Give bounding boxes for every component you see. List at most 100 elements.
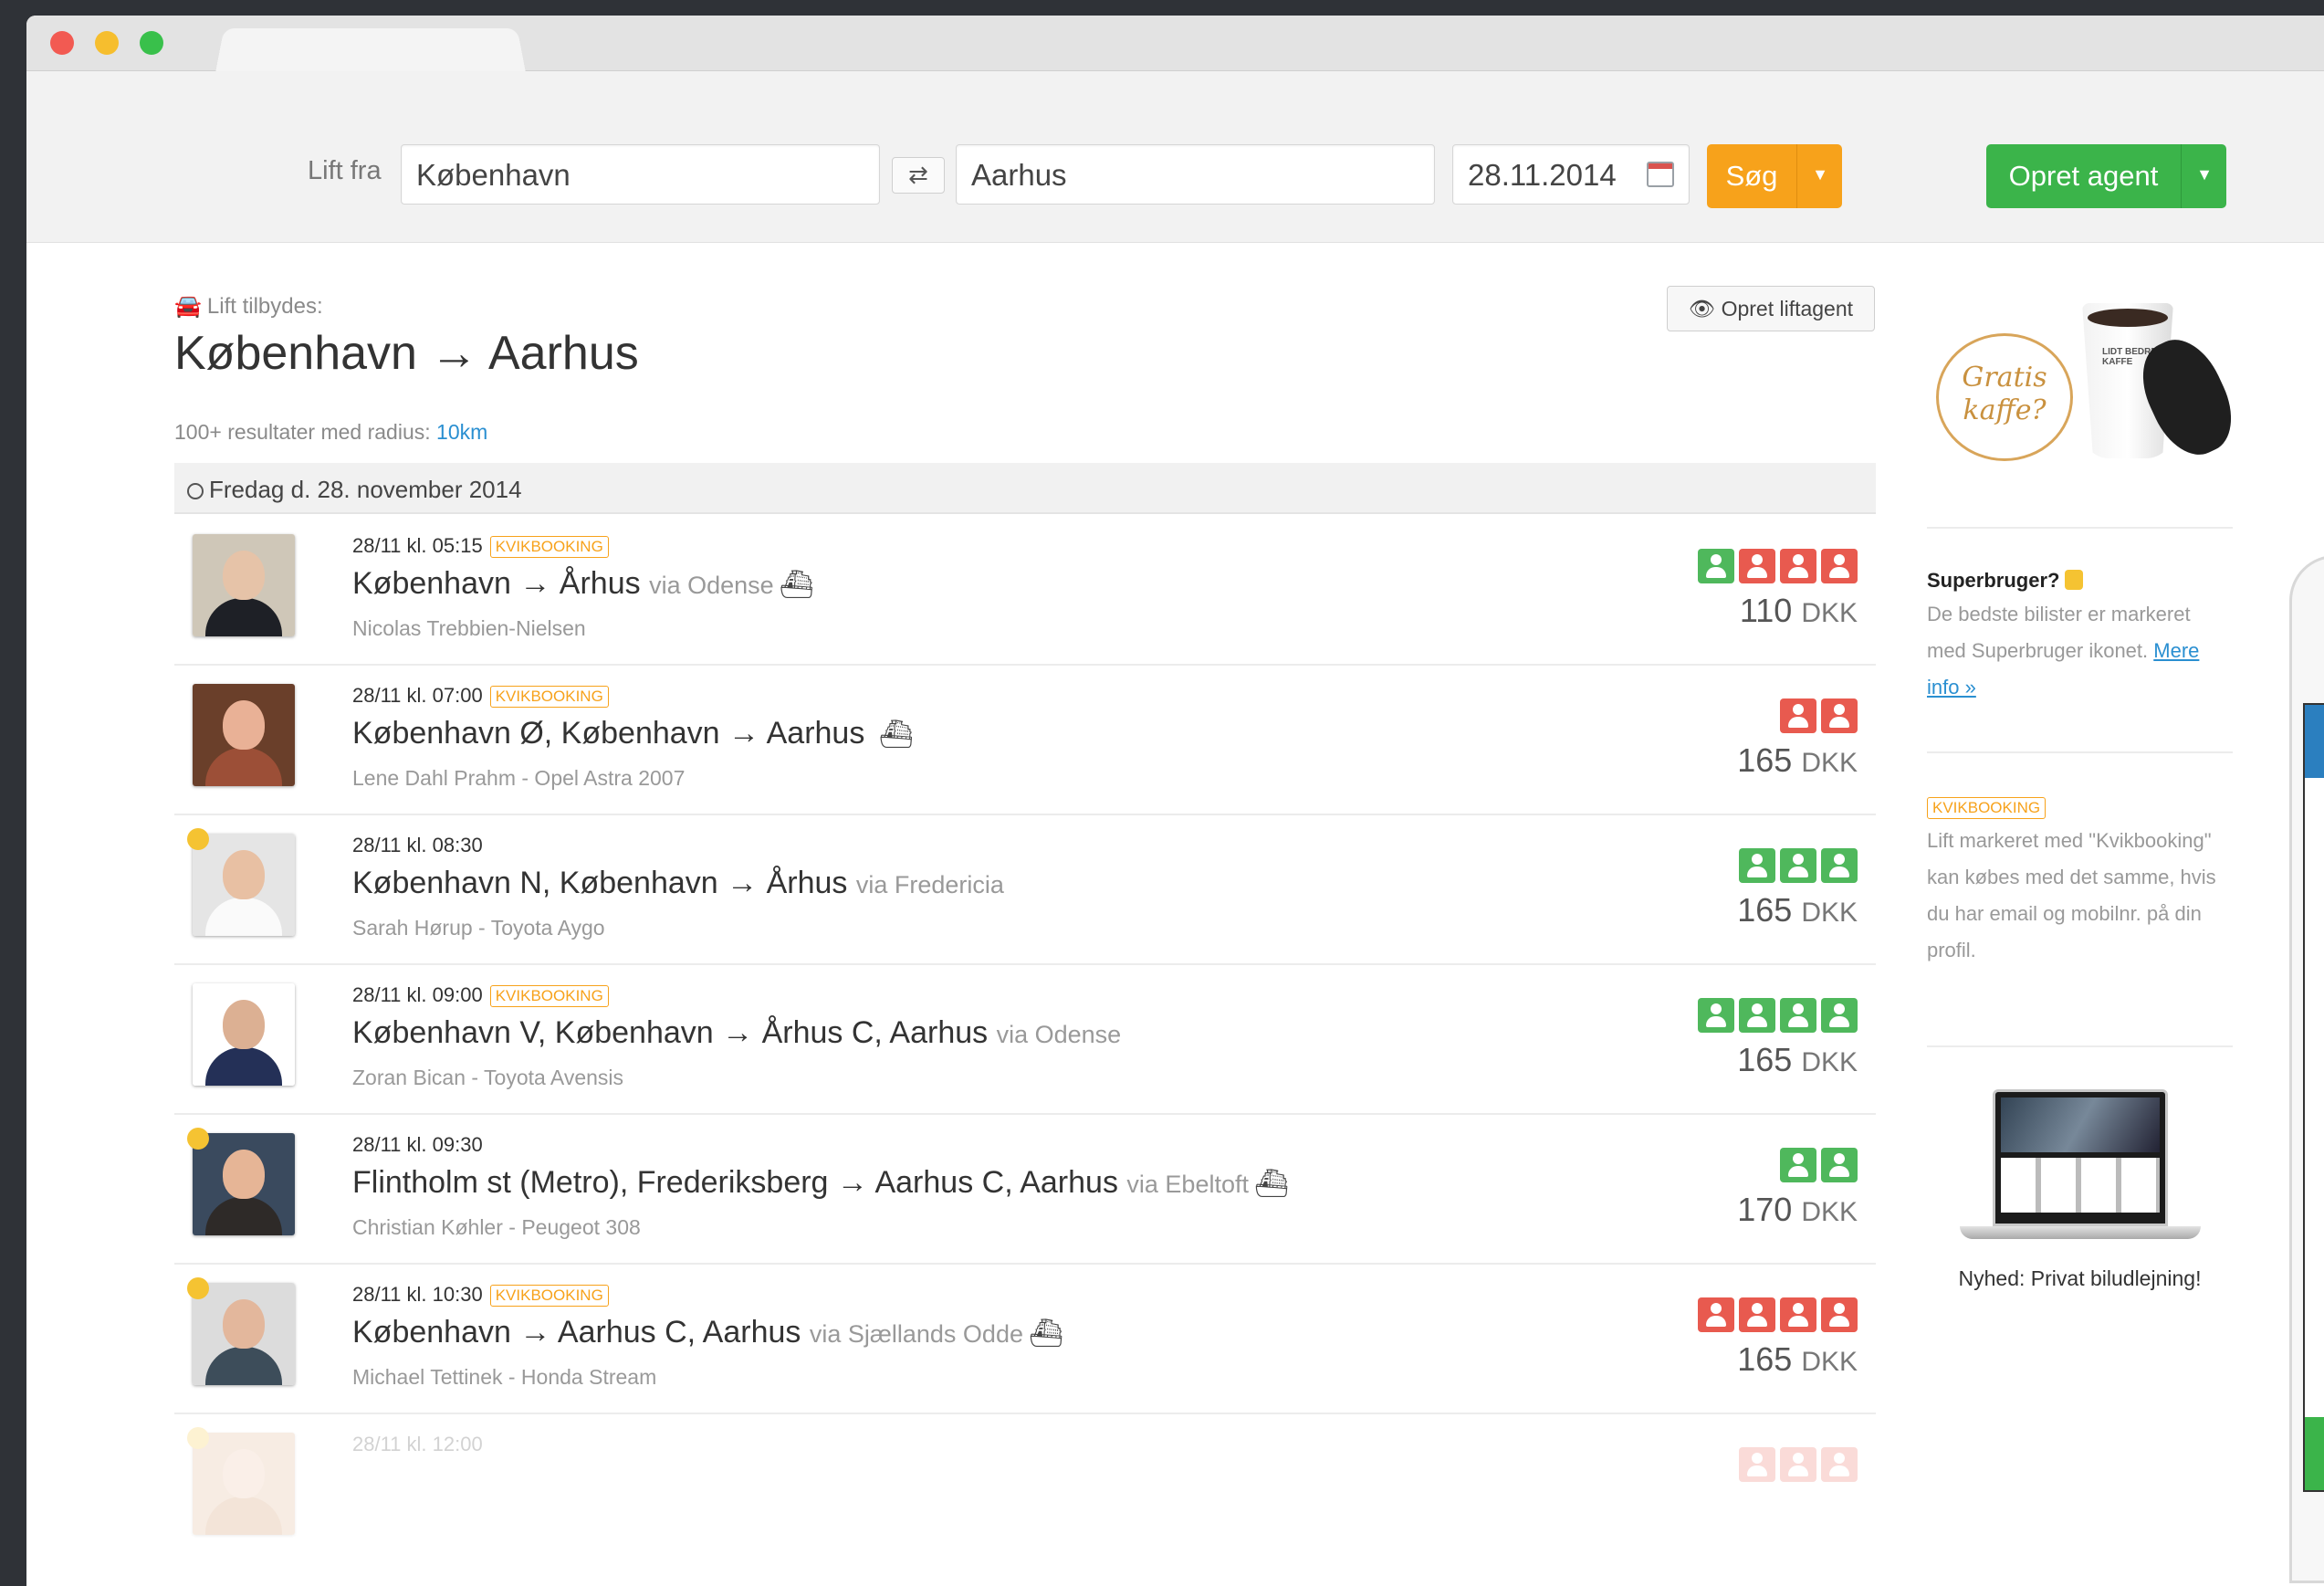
ride-price: 165 DKK <box>1737 1041 1858 1079</box>
superbruger-text: De bedste bilister er markeret med Super… <box>1927 596 2233 706</box>
laptop-screen <box>1993 1089 2168 1226</box>
create-agent-button[interactable]: Opret agent <box>1986 144 2181 208</box>
laptop-promo-image[interactable] <box>1960 1084 2201 1257</box>
ride-route-text: København → Aarhus C, Aarhus <box>352 1315 801 1350</box>
price-currency: DKK <box>1801 598 1858 628</box>
create-agent-button-group: Opret agent ▼ <box>1986 144 2226 208</box>
eye-icon: 👁 <box>1688 297 1716 320</box>
price-currency: DKK <box>1801 1047 1858 1077</box>
ride-row[interactable]: 28/11 kl. 07:00 KVIKBOOKING København Ø, K… <box>174 666 1876 815</box>
ride-row[interactable]: 28/11 kl. 12:00 <box>174 1414 1876 1535</box>
ride-route[interactable]: København → Århus via Odense ⛴ <box>352 566 814 602</box>
ride-row[interactable]: 28/11 kl. 05:15 KVIKBOOKING København → År… <box>174 516 1876 666</box>
phone-screen <box>2303 703 2324 1492</box>
ride-row[interactable]: 28/11 kl. 10:30 KVIKBOOKING København → Aa… <box>174 1265 1876 1414</box>
kvikbooking-badge: KVIKBOOKING <box>489 536 609 558</box>
seat-free-icon <box>1739 848 1775 883</box>
clock-icon <box>187 483 204 499</box>
search-button[interactable]: Søg <box>1707 144 1796 208</box>
seat-taken-icon <box>1821 698 1858 733</box>
to-input[interactable]: Aarhus <box>956 144 1435 205</box>
superbruger-title-text: Superbruger? <box>1927 569 2060 592</box>
create-liftagent-button[interactable]: 👁 Opret liftagent <box>1667 286 1875 331</box>
driver-avatar[interactable] <box>193 1433 295 1535</box>
laptop-base <box>1960 1226 2201 1239</box>
driver-avatar[interactable] <box>193 534 295 636</box>
avatar-head <box>223 1449 265 1498</box>
ride-time: 28/11 kl. 05:15 KVIKBOOKING <box>352 534 609 558</box>
ride-route[interactable]: Flintholm st (Metro), Frederiksberg → Aa… <box>352 1165 1289 1201</box>
ride-via: via Odense <box>649 572 774 599</box>
price-value: 165 <box>1737 891 1793 929</box>
superbruger-title: Superbruger? <box>1927 569 2233 593</box>
price-value: 165 <box>1737 741 1793 779</box>
coffee-promo[interactable]: Gratis kaffe? LIDT BEDRE KAFFE <box>1927 283 2246 502</box>
seat-taken-icon <box>1821 549 1858 583</box>
date-input[interactable]: 28.11.2014 <box>1452 144 1690 205</box>
laptop-cards <box>2001 1158 2160 1213</box>
avatar-head <box>223 850 265 899</box>
ride-route[interactable]: København Ø, København → Aarhus ⛴ <box>352 716 914 751</box>
ride-time-text: 28/11 kl. 09:30 <box>352 1133 483 1156</box>
seat-indicators <box>1693 998 1858 1033</box>
price-value: 110 <box>1739 592 1793 629</box>
ride-row[interactable]: 28/11 kl. 09:30 Flintholm st (Metro), Fre… <box>174 1115 1876 1265</box>
ride-route[interactable]: København V, København → Århus C, Aarhus… <box>352 1015 1121 1051</box>
close-window-button[interactable] <box>50 31 74 55</box>
driver-avatar[interactable] <box>193 983 295 1086</box>
ride-row[interactable]: 28/11 kl. 09:00 KVIKBOOKING København V, K… <box>174 965 1876 1115</box>
sidebar-divider <box>1927 751 2233 753</box>
seat-taken-icon <box>1780 1447 1816 1482</box>
seat-indicators <box>1693 1297 1858 1332</box>
driver-avatar[interactable] <box>193 1133 295 1235</box>
superbruger-badge-icon <box>2065 570 2084 590</box>
price-currency: DKK <box>1801 898 1858 928</box>
ride-price: 165 DKK <box>1737 1340 1858 1379</box>
ride-route[interactable]: København N, København → Århus via Frede… <box>352 866 1004 901</box>
ride-route[interactable]: København → Aarhus C, Aarhus via Sjællan… <box>352 1315 1063 1350</box>
radius-link[interactable]: 10km <box>436 420 487 444</box>
seat-indicators <box>1734 1447 1858 1482</box>
superbruger-badge-icon <box>187 1277 209 1299</box>
ride-time-text: 28/11 kl. 09:00 <box>352 983 483 1006</box>
kvikbooking-badge: KVIKBOOKING <box>489 686 609 708</box>
swap-button[interactable]: ⇄ <box>892 157 945 194</box>
kvikbooking-text: Lift markeret med "Kvikbooking" kan købe… <box>1927 829 2216 961</box>
offered-label: 🚘 Lift tilbydes: <box>174 293 323 320</box>
date-heading-text: Fredag d. 28. november 2014 <box>209 476 522 503</box>
avatar-head <box>223 1150 265 1199</box>
ride-via: via Sjællands Odde <box>809 1320 1023 1348</box>
seat-free-icon <box>1698 549 1734 583</box>
phone-screen-footer <box>2305 1417 2324 1490</box>
driver-avatar[interactable] <box>193 1283 295 1385</box>
browser-tab[interactable] <box>215 27 526 72</box>
agent-dropdown-caret-icon[interactable]: ▼ <box>2181 144 2227 208</box>
driver-avatar[interactable] <box>193 684 295 786</box>
search-dropdown-caret-icon[interactable]: ▼ <box>1796 144 1843 208</box>
driver-name: Michael Tettinek - Honda Stream <box>352 1365 657 1389</box>
minimize-window-button[interactable] <box>95 31 119 55</box>
seat-taken-icon <box>1739 549 1775 583</box>
avatar-head <box>223 551 265 600</box>
from-input[interactable]: København <box>401 144 880 205</box>
ride-row[interactable]: 28/11 kl. 08:30 København N, København → … <box>174 815 1876 965</box>
coffee-seal: Gratis kaffe? <box>1936 333 2073 461</box>
driver-avatar[interactable] <box>193 834 295 936</box>
ride-time-text: 28/11 kl. 12:00 <box>352 1433 483 1455</box>
ride-time: 28/11 kl. 09:00 KVIKBOOKING <box>352 983 609 1007</box>
ride-via: via Fredericia <box>855 871 1004 898</box>
ride-time-text: 28/11 kl. 08:30 <box>352 834 483 856</box>
price-currency: DKK <box>1801 1347 1858 1377</box>
ride-time-text: 28/11 kl. 10:30 <box>352 1283 483 1306</box>
seat-taken-icon <box>1739 1297 1775 1332</box>
seat-free-icon <box>1821 1148 1858 1182</box>
ride-time: 28/11 kl. 12:00 <box>352 1433 483 1456</box>
superbruger-badge-icon <box>187 828 209 850</box>
laptop-caption[interactable]: Nyhed: Privat biludlejning! <box>1927 1266 2233 1291</box>
price-value: 165 <box>1737 1041 1793 1078</box>
calendar-icon[interactable] <box>1647 162 1674 187</box>
car-icon: 🚘 <box>174 294 202 319</box>
page-title: København → Aarhus <box>174 327 639 380</box>
ride-list: 28/11 kl. 05:15 KVIKBOOKING København → År… <box>174 516 1876 1535</box>
maximize-window-button[interactable] <box>140 31 163 55</box>
